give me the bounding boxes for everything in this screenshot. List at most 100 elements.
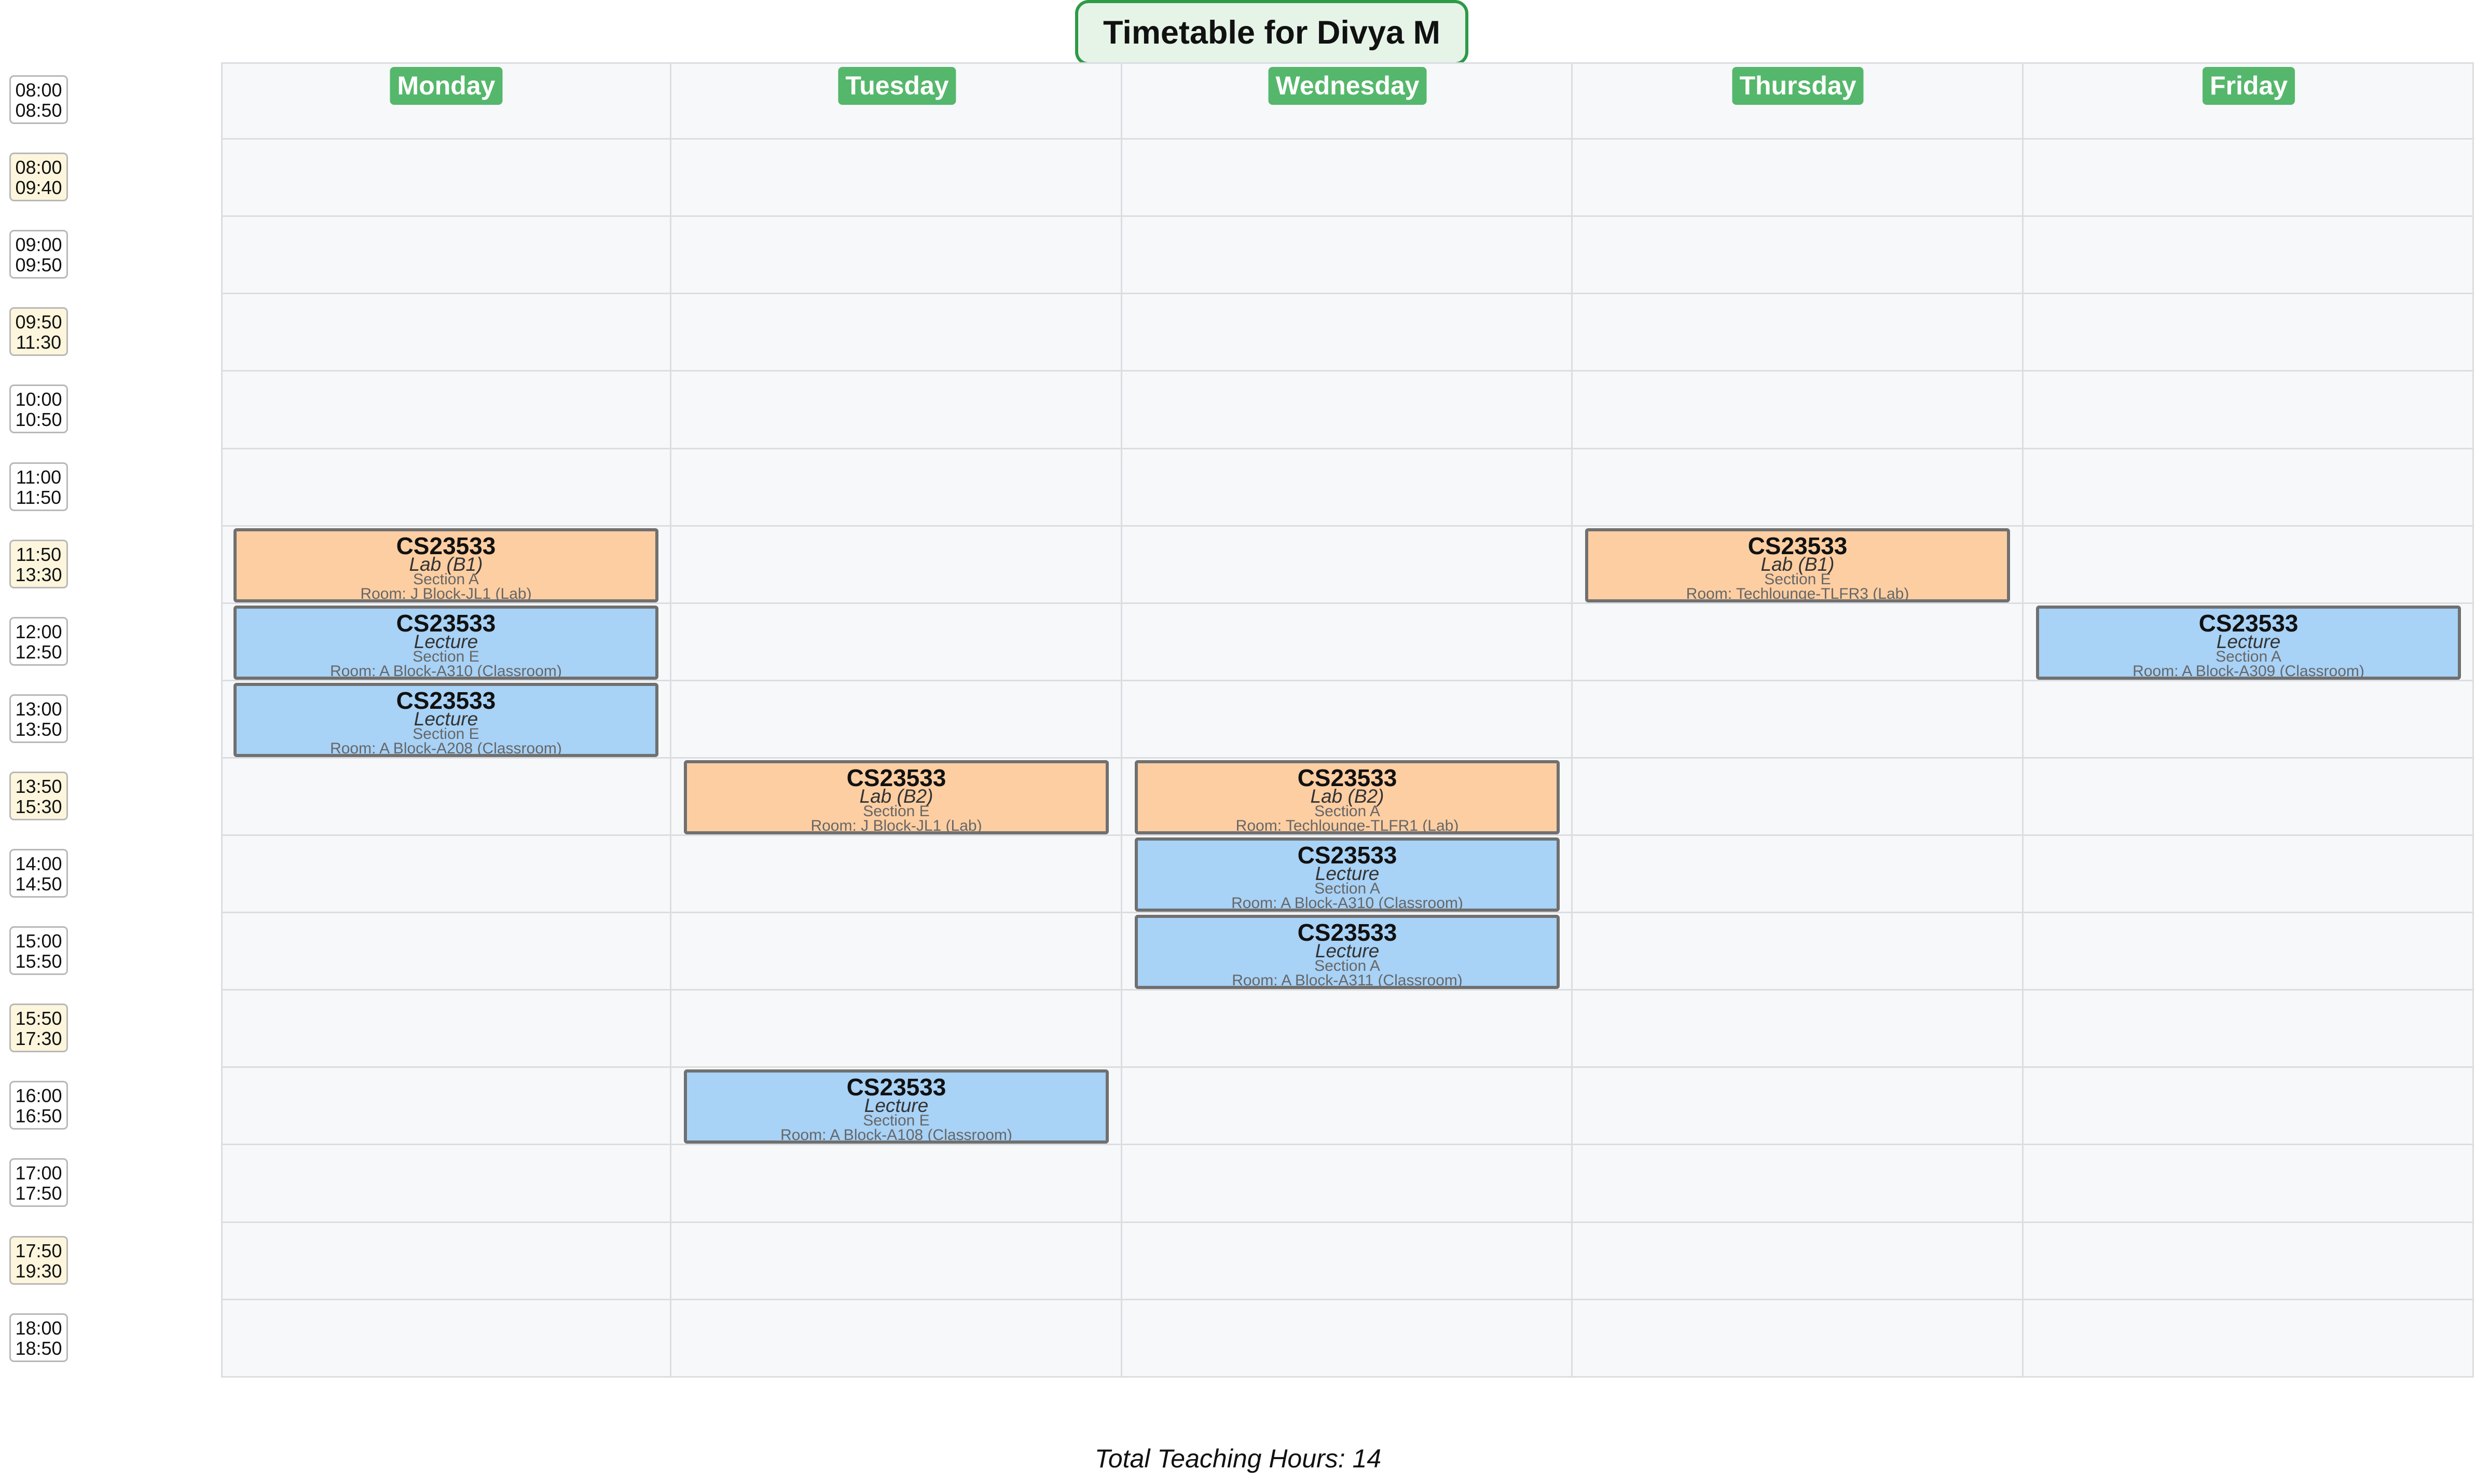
session-block-lab[interactable]: CS23533 Lab (B1) Section E Room: Techlounge… [1585, 528, 2010, 602]
time-slot-label: 10:00 10:50 [9, 384, 68, 433]
day-header-wednesday: Wednesday [1268, 67, 1427, 105]
grid-row-divider [221, 834, 2474, 836]
grid-row-divider [221, 602, 2474, 604]
time-slot-start: 15:00 [15, 930, 62, 952]
total-teaching-hours: Total Teaching Hours: 14 [1094, 1444, 1382, 1473]
time-slot-label: 08:00 08:50 [9, 75, 68, 124]
session-kind: Lecture [2216, 631, 2281, 652]
grid-column-divider [1571, 62, 1573, 1378]
session-room: Room: A Block-A108 (Classroom) [780, 1126, 1012, 1144]
grid-row-divider [221, 293, 2474, 294]
day-header-tuesday: Tuesday [838, 67, 956, 105]
time-slot-label: 18:00 18:50 [9, 1313, 68, 1362]
session-block-lecture[interactable]: CS23533 Lecture Section E Room: A Block-A31… [233, 606, 658, 680]
grid-row-divider [221, 1066, 2474, 1068]
time-slot-start: 17:00 [15, 1162, 62, 1184]
session-room: Room: A Block-A311 (Classroom) [1232, 972, 1463, 989]
time-slot-label: 15:50 17:30 [9, 1004, 68, 1052]
session-section: Section A [1314, 957, 1380, 974]
grid-column-divider [670, 62, 671, 1378]
time-slot-end: 16:50 [15, 1105, 62, 1126]
session-section: Section A [413, 571, 479, 588]
session-section: Section A [1314, 880, 1380, 897]
time-slot-start: 13:00 [15, 698, 62, 720]
grid-row-divider [221, 757, 2474, 759]
session-kind: Lecture [414, 708, 478, 730]
time-slot-start: 14:00 [15, 853, 62, 874]
time-slot-end: 13:30 [15, 564, 62, 585]
time-slot-end: 17:50 [15, 1183, 62, 1204]
course-code: CS23533 [846, 764, 946, 791]
day-header-thursday: Thursday [1732, 67, 1864, 105]
time-slot-start: 08:00 [15, 157, 62, 178]
session-kind: Lecture [864, 1095, 929, 1116]
session-room: Room: A Block-A310 (Classroom) [330, 663, 562, 680]
time-slot-label: 13:50 15:30 [9, 772, 68, 820]
time-slot-start: 09:50 [15, 311, 62, 333]
grid-row-divider [221, 989, 2474, 991]
session-section: Section A [2216, 648, 2281, 665]
time-slot-end: 09:40 [15, 177, 62, 198]
grid-row-divider [221, 912, 2474, 913]
session-section: Section E [1764, 571, 1831, 588]
time-slot-end: 14:50 [15, 873, 62, 895]
time-slot-label: 12:00 12:50 [9, 617, 68, 666]
time-slot-end: 10:50 [15, 409, 62, 430]
time-slot-start: 16:00 [15, 1085, 62, 1106]
time-slot-label: 11:00 11:50 [9, 462, 68, 511]
time-slot-end: 15:50 [15, 951, 62, 972]
session-room: Room: A Block-A309 (Classroom) [2133, 663, 2364, 680]
session-room: Room: A Block-A310 (Classroom) [1231, 895, 1463, 912]
time-slot-start: 11:50 [16, 544, 62, 565]
session-block-lecture[interactable]: CS23533 Lecture Section A Room: A Block-A30… [2036, 606, 2461, 680]
time-slot-label: 09:00 09:50 [9, 230, 68, 279]
session-block-lecture[interactable]: CS23533 Lecture Section A Room: A Block-A31… [1135, 837, 1560, 912]
time-slot-end: 09:50 [15, 254, 62, 276]
time-slot-label: 17:50 19:30 [9, 1236, 68, 1285]
session-block-lab[interactable]: CS23533 Lab (B2) Section A Room: Techlounge… [1135, 760, 1560, 834]
grid-row-divider [221, 680, 2474, 681]
time-slot-label: 16:00 16:50 [9, 1081, 68, 1130]
session-kind: Lecture [1315, 863, 1380, 884]
course-code: CS23533 [1297, 842, 1397, 869]
day-header-monday: Monday [390, 67, 503, 105]
session-block-lecture[interactable]: CS23533 Lecture Section A Room: A Block-A31… [1135, 915, 1560, 989]
time-slot-start: 13:50 [15, 776, 62, 797]
grid-row-divider [221, 370, 2474, 372]
session-room: Room: Techlounge-TLFR1 (Lab) [1235, 817, 1459, 834]
grid-row-divider [221, 525, 2474, 527]
time-slot-label: 11:50 13:30 [9, 540, 68, 588]
session-kind: Lab (B1) [1760, 554, 1835, 575]
time-slot-start: 08:00 [15, 79, 62, 101]
time-slot-start: 10:00 [15, 389, 62, 410]
course-code: CS23533 [1297, 764, 1397, 791]
session-room: Room: Techlounge-TLFR3 (Lab) [1686, 585, 1909, 602]
session-section: Section E [412, 648, 479, 665]
grid-column-divider [2022, 62, 2024, 1378]
session-block-lecture[interactable]: CS23533 Lecture Section E Room: A Block-A10… [684, 1069, 1109, 1144]
time-slot-end: 17:30 [15, 1028, 62, 1049]
time-slot-end: 13:50 [15, 719, 62, 740]
session-kind: Lecture [1315, 940, 1380, 961]
session-room: Room: A Block-A208 (Classroom) [330, 740, 562, 757]
session-kind: Lab (B1) [409, 554, 483, 575]
course-code: CS23533 [2198, 610, 2299, 637]
time-slot-start: 17:50 [15, 1240, 62, 1261]
time-slot-end: 18:50 [15, 1338, 62, 1359]
course-code: CS23533 [846, 1074, 946, 1101]
time-slot-label: 14:00 14:50 [9, 849, 68, 898]
session-block-lecture[interactable]: CS23533 Lecture Section E Room: A Block-A20… [233, 683, 658, 757]
time-slot-label: 13:00 13:50 [9, 694, 68, 743]
grid-row-divider [221, 138, 2474, 140]
course-code: CS23533 [1297, 919, 1397, 946]
time-slot-end: 15:30 [15, 796, 62, 817]
session-block-lab[interactable]: CS23533 Lab (B1) Section A Room: J Block-JL… [233, 528, 658, 602]
session-kind: Lab (B2) [859, 786, 933, 807]
time-slot-start: 09:00 [15, 234, 62, 255]
time-slot-end: 19:30 [15, 1260, 62, 1282]
time-slot-start: 18:00 [15, 1317, 62, 1339]
session-section: Section E [863, 803, 930, 820]
session-block-lab[interactable]: CS23533 Lab (B2) Section E Room: J Block-JL… [684, 760, 1109, 834]
course-code: CS23533 [1748, 532, 1848, 559]
grid-row-divider [221, 1376, 2474, 1378]
